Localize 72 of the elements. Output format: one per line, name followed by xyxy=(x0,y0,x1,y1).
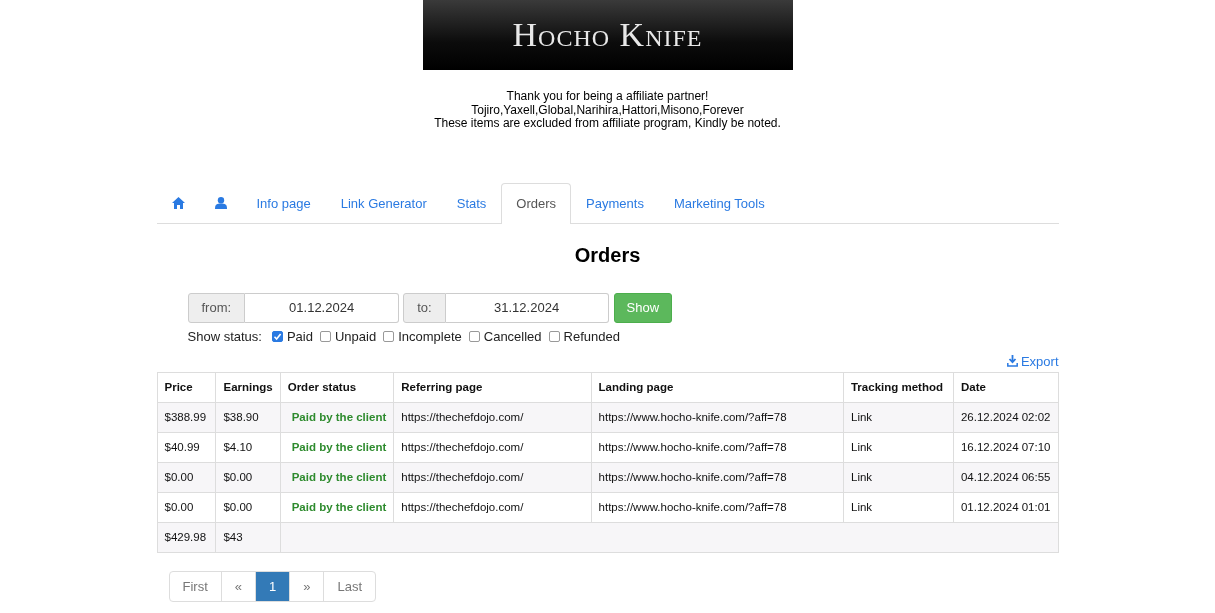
date-field[interactable]: 31.12.2024 xyxy=(445,292,609,323)
table-cell: https://thechefdojo.com/ xyxy=(393,492,592,522)
logo-text: Hocho Knife xyxy=(512,18,703,52)
table-cell: Paid by the client xyxy=(280,462,394,492)
checkbox-label: Cancelled xyxy=(483,328,542,344)
column-header: Landing page xyxy=(591,372,844,402)
table-cell: https://thechefdojo.com/ xyxy=(393,432,592,462)
column-header: Price xyxy=(157,372,216,402)
field-label: from: xyxy=(187,292,246,323)
nav-tab[interactable]: Info page xyxy=(241,182,326,223)
user-icon xyxy=(214,197,227,209)
field-label: to: xyxy=(403,292,446,323)
table-cell: https://thechefdojo.com/ xyxy=(393,402,592,432)
table-cell: $0.00 xyxy=(157,462,216,492)
table-cell: 16.12.2024 07:10 xyxy=(953,432,1058,462)
checkbox-label: Paid xyxy=(286,328,313,344)
total-cell: $43 xyxy=(215,522,281,552)
home-icon xyxy=(171,197,185,209)
table-cell: $0.00 xyxy=(215,462,281,492)
table-cell: Link xyxy=(843,402,954,432)
table-cell: https://www.hocho-knife.com/?aff=78 xyxy=(591,432,844,462)
table-cell: https://www.hocho-knife.com/?aff=78 xyxy=(591,462,844,492)
checkbox[interactable] xyxy=(319,330,331,342)
checkbox[interactable] xyxy=(548,330,560,342)
total-cell: $429.98 xyxy=(157,522,216,552)
column-header: Date xyxy=(953,372,1058,402)
table-cell: $0.00 xyxy=(157,492,216,522)
notice-text: Tojiro,Yaxell,Global,Narihira,Hattori,Misono,Forever xyxy=(470,103,745,117)
column-header: Order status xyxy=(280,372,394,402)
checkbox[interactable] xyxy=(271,330,283,342)
table-cell: $388.99 xyxy=(157,402,216,432)
status-label: Show status: xyxy=(187,328,262,344)
notice-text: Thank you for being a affiliate partner! xyxy=(505,90,710,104)
page-button[interactable]: Last xyxy=(323,571,376,601)
nav-tab[interactable]: Stats xyxy=(441,182,502,223)
table-cell: $40.99 xyxy=(157,432,216,462)
checkbox-label: Refunded xyxy=(563,328,620,344)
table-cell: 01.12.2024 01:01 xyxy=(953,492,1058,522)
checkbox-label: Unpaid xyxy=(334,328,377,344)
table-cell: Link xyxy=(843,432,954,462)
page-button[interactable]: 1 xyxy=(255,571,290,601)
nav-tab[interactable]: Orders xyxy=(501,182,572,224)
column-header: Earnings xyxy=(215,372,281,402)
table-cell: https://thechefdojo.com/ xyxy=(393,462,592,492)
page-button[interactable]: First xyxy=(169,571,221,601)
nav-tab[interactable]: Marketing Tools xyxy=(658,182,780,223)
checkbox-label: Incomplete xyxy=(398,328,462,344)
table-cell: https://www.hocho-knife.com/?aff=78 xyxy=(591,402,844,432)
export-link[interactable]: Export xyxy=(1006,353,1059,369)
nav-tab[interactable]: Link Generator xyxy=(325,182,442,223)
show-button[interactable]: Show xyxy=(613,292,673,323)
table-cell: Paid by the client xyxy=(280,492,394,522)
table-cell: $4.10 xyxy=(215,432,281,462)
date-field[interactable]: 01.12.2024 xyxy=(245,292,400,323)
table-cell: 26.12.2024 02:02 xyxy=(953,402,1058,432)
checkbox[interactable] xyxy=(468,330,480,342)
table-cell: 04.12.2024 06:55 xyxy=(953,462,1058,492)
page-button[interactable]: » xyxy=(289,571,324,601)
column-header: Tracking method xyxy=(843,372,954,402)
download-icon xyxy=(1006,355,1018,367)
table-cell: $0.00 xyxy=(215,492,281,522)
table-cell: https://www.hocho-knife.com/?aff=78 xyxy=(591,492,844,522)
nav-tab[interactable]: Payments xyxy=(571,182,659,223)
page-heading: Orders xyxy=(573,242,642,267)
table-cell: Paid by the client xyxy=(280,432,394,462)
column-header: Referring page xyxy=(393,372,592,402)
table-cell: Link xyxy=(843,492,954,522)
table-cell: Paid by the client xyxy=(280,402,394,432)
table-cell: Link xyxy=(843,462,954,492)
checkbox[interactable] xyxy=(383,330,395,342)
notice-text: These items are excluded from affiliate program, Kindly be noted. xyxy=(434,117,781,131)
table-cell: $38.90 xyxy=(215,402,281,432)
